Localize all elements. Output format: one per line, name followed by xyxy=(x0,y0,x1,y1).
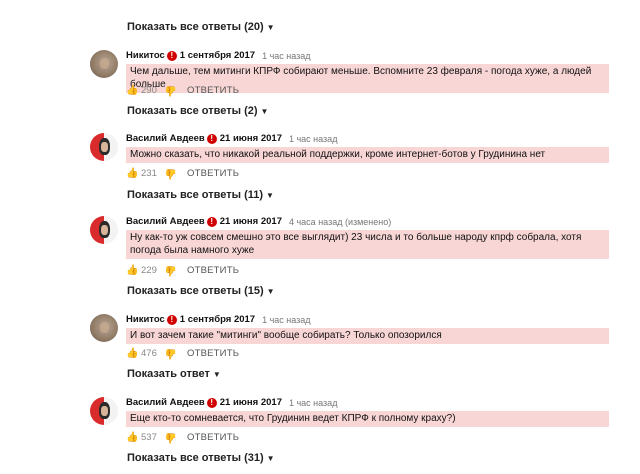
comment-author[interactable]: Василий Авдеев xyxy=(126,397,205,408)
thumb-up-icon[interactable]: 👍 xyxy=(126,348,138,359)
thumb-up-icon[interactable]: 👍 xyxy=(126,168,138,179)
chevron-down-icon: ▼ xyxy=(266,22,275,32)
comment-author[interactable]: Никитос xyxy=(126,50,165,61)
thumb-down-icon[interactable]: 👍 xyxy=(165,85,177,96)
comment-author[interactable]: Никитос xyxy=(126,314,165,325)
reply-button[interactable]: ОТВЕТИТЬ xyxy=(187,348,239,359)
comment-author[interactable]: Василий Авдеев xyxy=(126,216,205,227)
show-replies-label: Показать все ответы (31) xyxy=(127,452,264,464)
comment-date: 21 июня 2017 xyxy=(219,397,282,408)
comment-date: 1 сентября 2017 xyxy=(179,50,256,61)
show-replies-button[interactable]: Показать все ответы (31) ▼ xyxy=(127,452,275,464)
comment-text: Ну как-то уж совсем смешно это все выгля… xyxy=(126,230,609,259)
reply-button[interactable]: ОТВЕТИТЬ xyxy=(187,85,239,96)
like-count: 290 xyxy=(141,85,157,96)
comment-time-ago[interactable]: 4 часа назад (изменено) xyxy=(289,217,391,227)
like-count: 476 xyxy=(141,348,157,359)
comment-author[interactable]: Василий Авдеев xyxy=(126,133,205,144)
comment-date: 21 июня 2017 xyxy=(219,133,282,144)
comment-text: Можно сказать, что никакой реальной подд… xyxy=(126,147,609,163)
avatar[interactable] xyxy=(90,216,118,244)
show-replies-button[interactable]: Показать все ответы (15) ▼ xyxy=(127,285,275,297)
avatar[interactable] xyxy=(90,397,118,425)
comment-time-ago[interactable]: 1 час назад xyxy=(262,51,310,61)
show-replies-label: Показать все ответы (20) xyxy=(127,21,264,33)
reply-button[interactable]: ОТВЕТИТЬ xyxy=(187,432,239,443)
exclamation-badge-icon: ! xyxy=(166,50,177,61)
comment-text: И вот зачем такие "митинги" вообще собир… xyxy=(126,328,609,344)
like-count: 229 xyxy=(141,265,157,276)
chevron-down-icon: ▼ xyxy=(212,369,221,379)
comment-date: 21 июня 2017 xyxy=(219,216,282,227)
thumb-down-icon[interactable]: 👍 xyxy=(165,348,177,359)
show-replies-label: Показать все ответы (2) xyxy=(127,105,258,117)
exclamation-badge-icon: ! xyxy=(206,216,217,227)
comment-time-ago[interactable]: 1 час назад xyxy=(289,134,337,144)
chevron-down-icon: ▼ xyxy=(266,286,275,296)
thumb-down-icon[interactable]: 👍 xyxy=(165,168,177,179)
thumb-up-icon[interactable]: 👍 xyxy=(126,432,138,443)
show-reply-button[interactable]: Показать ответ ▼ xyxy=(127,368,221,380)
thumb-up-icon[interactable]: 👍 xyxy=(126,265,138,276)
like-count: 231 xyxy=(141,168,157,179)
exclamation-badge-icon: ! xyxy=(166,314,177,325)
show-replies-label: Показать все ответы (15) xyxy=(127,285,264,297)
exclamation-badge-icon: ! xyxy=(206,133,217,144)
show-replies-button[interactable]: Показать все ответы (20) ▼ xyxy=(127,21,275,33)
avatar[interactable] xyxy=(90,314,118,342)
show-replies-label: Показать ответ xyxy=(127,368,210,380)
chevron-down-icon: ▼ xyxy=(260,106,269,116)
comment-time-ago[interactable]: 1 час назад xyxy=(262,315,310,325)
exclamation-badge-icon: ! xyxy=(206,397,217,408)
reply-button[interactable]: ОТВЕТИТЬ xyxy=(187,168,239,179)
thumb-down-icon[interactable]: 👍 xyxy=(165,432,177,443)
thumb-down-icon[interactable]: 👍 xyxy=(165,265,177,276)
chevron-down-icon: ▼ xyxy=(266,453,275,463)
comment-date: 1 сентября 2017 xyxy=(179,314,256,325)
show-replies-button[interactable]: Показать все ответы (11) ▼ xyxy=(127,189,274,201)
chevron-down-icon: ▼ xyxy=(266,190,274,200)
reply-button[interactable]: ОТВЕТИТЬ xyxy=(187,265,239,276)
avatar[interactable] xyxy=(90,133,118,161)
avatar[interactable] xyxy=(90,50,118,78)
thumb-up-icon[interactable]: 👍 xyxy=(126,85,138,96)
like-count: 537 xyxy=(141,432,157,443)
comment-text: Еще кто-то сомневается, что Грудинин вед… xyxy=(126,411,609,427)
comment-time-ago[interactable]: 1 час назад xyxy=(289,398,337,408)
show-replies-button[interactable]: Показать все ответы (2) ▼ xyxy=(127,105,268,117)
show-replies-label: Показать все ответы (11) xyxy=(127,189,264,201)
